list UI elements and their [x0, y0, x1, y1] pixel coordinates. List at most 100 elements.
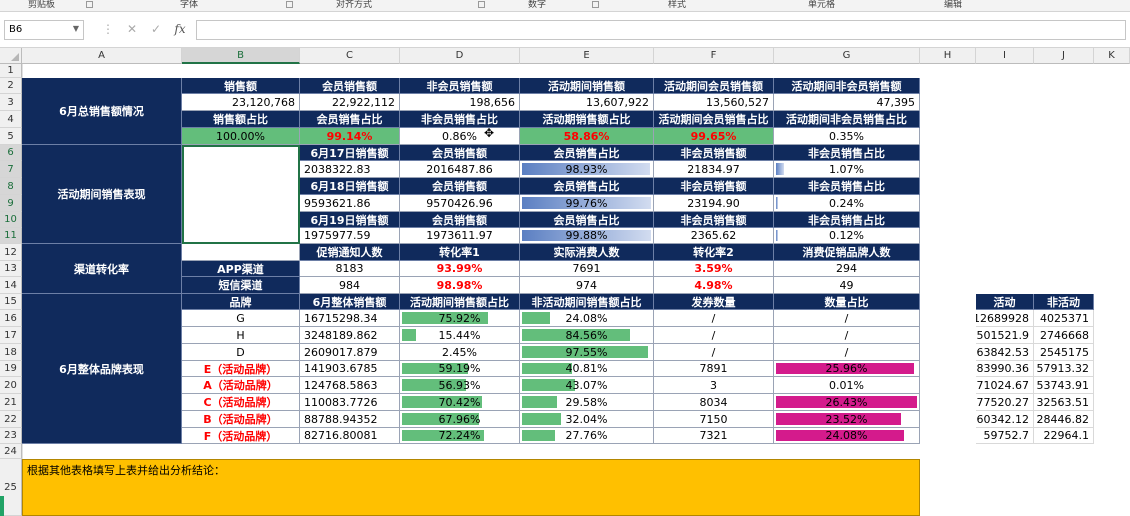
channel-blank[interactable] [182, 244, 300, 261]
brand-coupon-count[interactable]: / [654, 327, 774, 344]
total-header[interactable]: 会员销售占比 [300, 111, 400, 128]
column-header-i[interactable]: I [976, 48, 1034, 64]
total-value[interactable]: 198,656 [400, 94, 520, 111]
note-cell[interactable]: 根据其他表格填写上表并给出分析结论： [22, 459, 920, 516]
row-header-16[interactable]: 16 [0, 310, 22, 327]
row-header-22[interactable]: 22 [0, 411, 22, 428]
brand-name[interactable]: G [182, 310, 300, 327]
column-header-a[interactable]: A [22, 48, 182, 64]
column-header-e[interactable]: E [520, 48, 654, 64]
brand-nonactivity-ratio[interactable]: 40.81% [520, 361, 654, 377]
activity-value[interactable]: 1.07% [774, 161, 920, 178]
row-header-11[interactable]: 11 [0, 228, 22, 244]
channel-value[interactable]: 4.98% [654, 277, 774, 294]
brand-activity-ratio[interactable]: 72.24% [400, 428, 520, 444]
column-header-d[interactable]: D [400, 48, 520, 64]
side-value[interactable]: 59752.7 [976, 428, 1034, 444]
row-header-7[interactable]: 7 [0, 161, 22, 178]
brand-header[interactable]: 品牌 [182, 294, 300, 310]
activity-header[interactable]: 会员销售占比 [520, 212, 654, 228]
row-header-5[interactable]: 5 [0, 128, 22, 145]
activity-value[interactable]: 99.76% [520, 195, 654, 212]
brand-sales[interactable]: 82716.80081 [300, 428, 400, 444]
activity-value[interactable]: 21834.97 [654, 161, 774, 178]
total-header[interactable]: 活动期间非会员销售额 [774, 78, 920, 94]
brand-name[interactable]: C（活动品牌） [182, 394, 300, 411]
row-header-18[interactable]: 18 [0, 344, 22, 361]
brand-sales[interactable]: 3248189.862 [300, 327, 400, 344]
brand-coupon-share[interactable]: 24.08% [774, 428, 920, 444]
row-header-2[interactable]: 2 [0, 78, 22, 94]
enter-icon[interactable]: ✓ [144, 22, 168, 36]
row-header-21[interactable]: 21 [0, 394, 22, 411]
side-value[interactable]: 501521.9 [976, 327, 1034, 344]
brand-header[interactable]: 数量占比 [774, 294, 920, 310]
total-ratio[interactable]: 0.86% [400, 128, 520, 145]
channel-value[interactable]: 8183 [300, 261, 400, 277]
column-header-h[interactable]: H [920, 48, 976, 64]
activity-value[interactable]: 9570426.96 [400, 195, 520, 212]
activity-value[interactable]: 1973611.97 [400, 228, 520, 244]
brand-coupon-share[interactable]: / [774, 310, 920, 327]
section-label-brand[interactable]: 6月整体品牌表现 [22, 294, 182, 444]
dialog-launcher-icon[interactable] [592, 1, 599, 8]
brand-coupon-count[interactable]: 3 [654, 377, 774, 394]
row-header-10[interactable]: 10 [0, 212, 22, 228]
brand-activity-ratio[interactable]: 56.93% [400, 377, 520, 394]
side-value[interactable]: 12689928 [976, 310, 1034, 327]
ribbon-group-editing[interactable]: 编辑 [944, 0, 962, 10]
brand-nonactivity-ratio[interactable]: 97.55% [520, 344, 654, 361]
brand-coupon-count[interactable]: 7891 [654, 361, 774, 377]
side-header[interactable]: 非活动 [1034, 294, 1094, 310]
row-header-20[interactable]: 20 [0, 377, 22, 394]
brand-header[interactable]: 非活动期间销售额占比 [520, 294, 654, 310]
column-header-g[interactable]: G [774, 48, 920, 64]
activity-value[interactable]: 2016487.86 [400, 161, 520, 178]
activity-value[interactable]: 0.24% [774, 195, 920, 212]
activity-value[interactable]: 99.88% [520, 228, 654, 244]
activity-header[interactable]: 非会员销售占比 [774, 145, 920, 161]
side-value[interactable]: 63842.53 [976, 344, 1034, 361]
side-value[interactable]: 4025371 [1034, 310, 1094, 327]
side-value[interactable]: 2545175 [1034, 344, 1094, 361]
channel-header[interactable]: 促销通知人数 [300, 244, 400, 261]
side-value[interactable]: 2746668 [1034, 327, 1094, 344]
brand-name[interactable]: B（活动品牌） [182, 411, 300, 428]
activity-value[interactable]: 0.12% [774, 228, 920, 244]
column-header-b[interactable]: B [182, 48, 300, 64]
activity-value[interactable]: 9593621.86 [300, 195, 400, 212]
brand-nonactivity-ratio[interactable]: 84.56% [520, 327, 654, 344]
row-header-1[interactable]: 1 [0, 64, 22, 78]
channel-header[interactable]: 转化率1 [400, 244, 520, 261]
row-header-24[interactable]: 24 [0, 444, 22, 459]
row-header-19[interactable]: 19 [0, 361, 22, 377]
activity-value[interactable]: 98.93% [520, 161, 654, 178]
dialog-launcher-icon[interactable] [286, 1, 293, 8]
total-value[interactable]: 13,560,527 [654, 94, 774, 111]
select-all-corner[interactable] [0, 48, 22, 64]
section-label-channel[interactable]: 渠道转化率 [22, 244, 182, 294]
column-header-j[interactable]: J [1034, 48, 1094, 64]
ribbon-group-number[interactable]: 数字 [528, 0, 546, 10]
section-label-activity[interactable]: 活动期间销售表现 [22, 145, 182, 244]
channel-name[interactable]: APP渠道 [182, 261, 300, 277]
brand-coupon-share[interactable]: 0.01% [774, 377, 920, 394]
brand-sales[interactable]: 16715298.34 [300, 310, 400, 327]
brand-coupon-count[interactable]: / [654, 344, 774, 361]
chevron-down-icon[interactable]: ▼ [73, 24, 79, 33]
brand-activity-ratio[interactable]: 59.19% [400, 361, 520, 377]
total-value[interactable]: 13,607,922 [520, 94, 654, 111]
total-ratio[interactable]: 58.86% [520, 128, 654, 145]
total-header[interactable]: 活动期间非会员销售占比 [774, 111, 920, 128]
side-value[interactable]: 71024.67 [976, 377, 1034, 394]
brand-nonactivity-ratio[interactable]: 43.07% [520, 377, 654, 394]
row-header-9[interactable]: 9 [0, 195, 22, 212]
side-value[interactable]: 77520.27 [976, 394, 1034, 411]
brand-sales[interactable]: 88788.94352 [300, 411, 400, 428]
ribbon-group-clipboard[interactable]: 剪贴板 [28, 0, 55, 10]
brand-name[interactable]: D [182, 344, 300, 361]
brand-name[interactable]: H [182, 327, 300, 344]
channel-header[interactable]: 实际消费人数 [520, 244, 654, 261]
total-value[interactable]: 47,395 [774, 94, 920, 111]
side-value[interactable]: 60342.12 [976, 411, 1034, 428]
